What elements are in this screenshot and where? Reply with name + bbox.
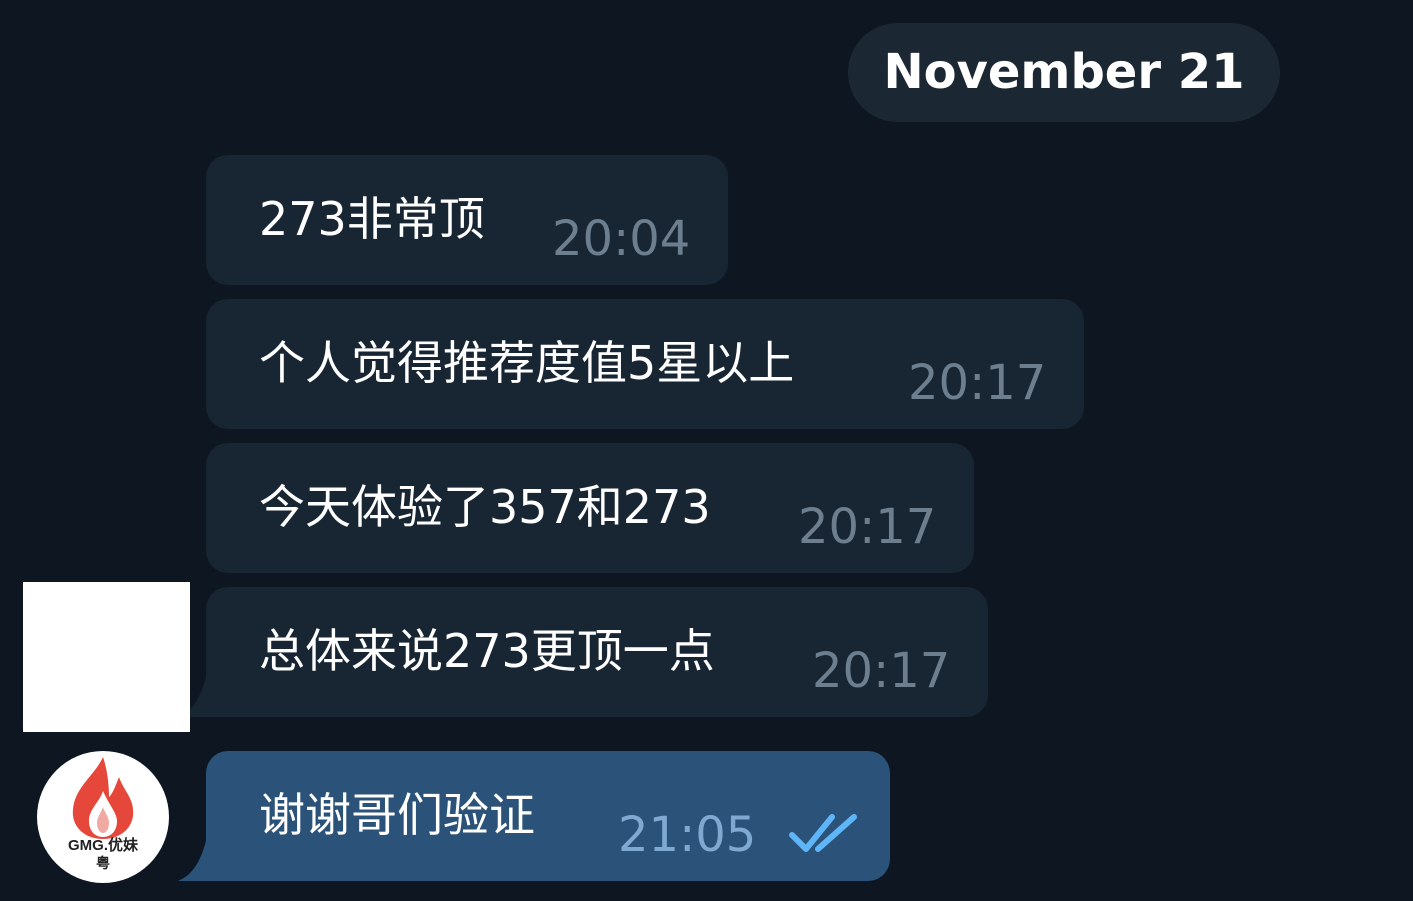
date-separator: November 21 xyxy=(848,23,1280,122)
message-text: 273非常顶 xyxy=(259,192,485,246)
logo-subtext: 粤 xyxy=(96,855,110,871)
message-bubble[interactable]: 今天体验了357和273 20:17 xyxy=(206,443,974,573)
message-time: 20:17 xyxy=(798,499,937,555)
logo-text: GMG.优妹 xyxy=(68,837,138,854)
avatar[interactable] xyxy=(23,582,190,732)
message-bubble[interactable]: 个人觉得推荐度值5星以上 20:17 xyxy=(206,299,1084,429)
message-time: 20:17 xyxy=(908,355,1047,411)
message-time: 20:17 xyxy=(812,643,951,699)
message-text: 总体来说273更顶一点 xyxy=(259,624,715,678)
bubble-tail xyxy=(178,841,206,881)
chat-view: November 21 273非常顶 20:04 个人觉得推荐度值5星以上 20… xyxy=(0,0,1413,901)
message-bubble[interactable]: 谢谢哥们验证 21:05 xyxy=(206,751,890,881)
message-bubble[interactable]: 总体来说273更顶一点 20:17 xyxy=(206,587,988,717)
message-text: 今天体验了357和273 xyxy=(259,480,711,534)
message-bubble[interactable]: 273非常顶 20:04 xyxy=(206,155,728,285)
avatar[interactable]: GMG.优妹 粤 xyxy=(37,751,169,883)
message-text: 谢谢哥们验证 xyxy=(259,788,535,842)
double-check-icon xyxy=(789,814,857,852)
message-text: 个人觉得推荐度值5星以上 xyxy=(259,336,795,390)
message-time: 20:04 xyxy=(552,211,691,267)
message-time: 21:05 xyxy=(618,807,757,863)
